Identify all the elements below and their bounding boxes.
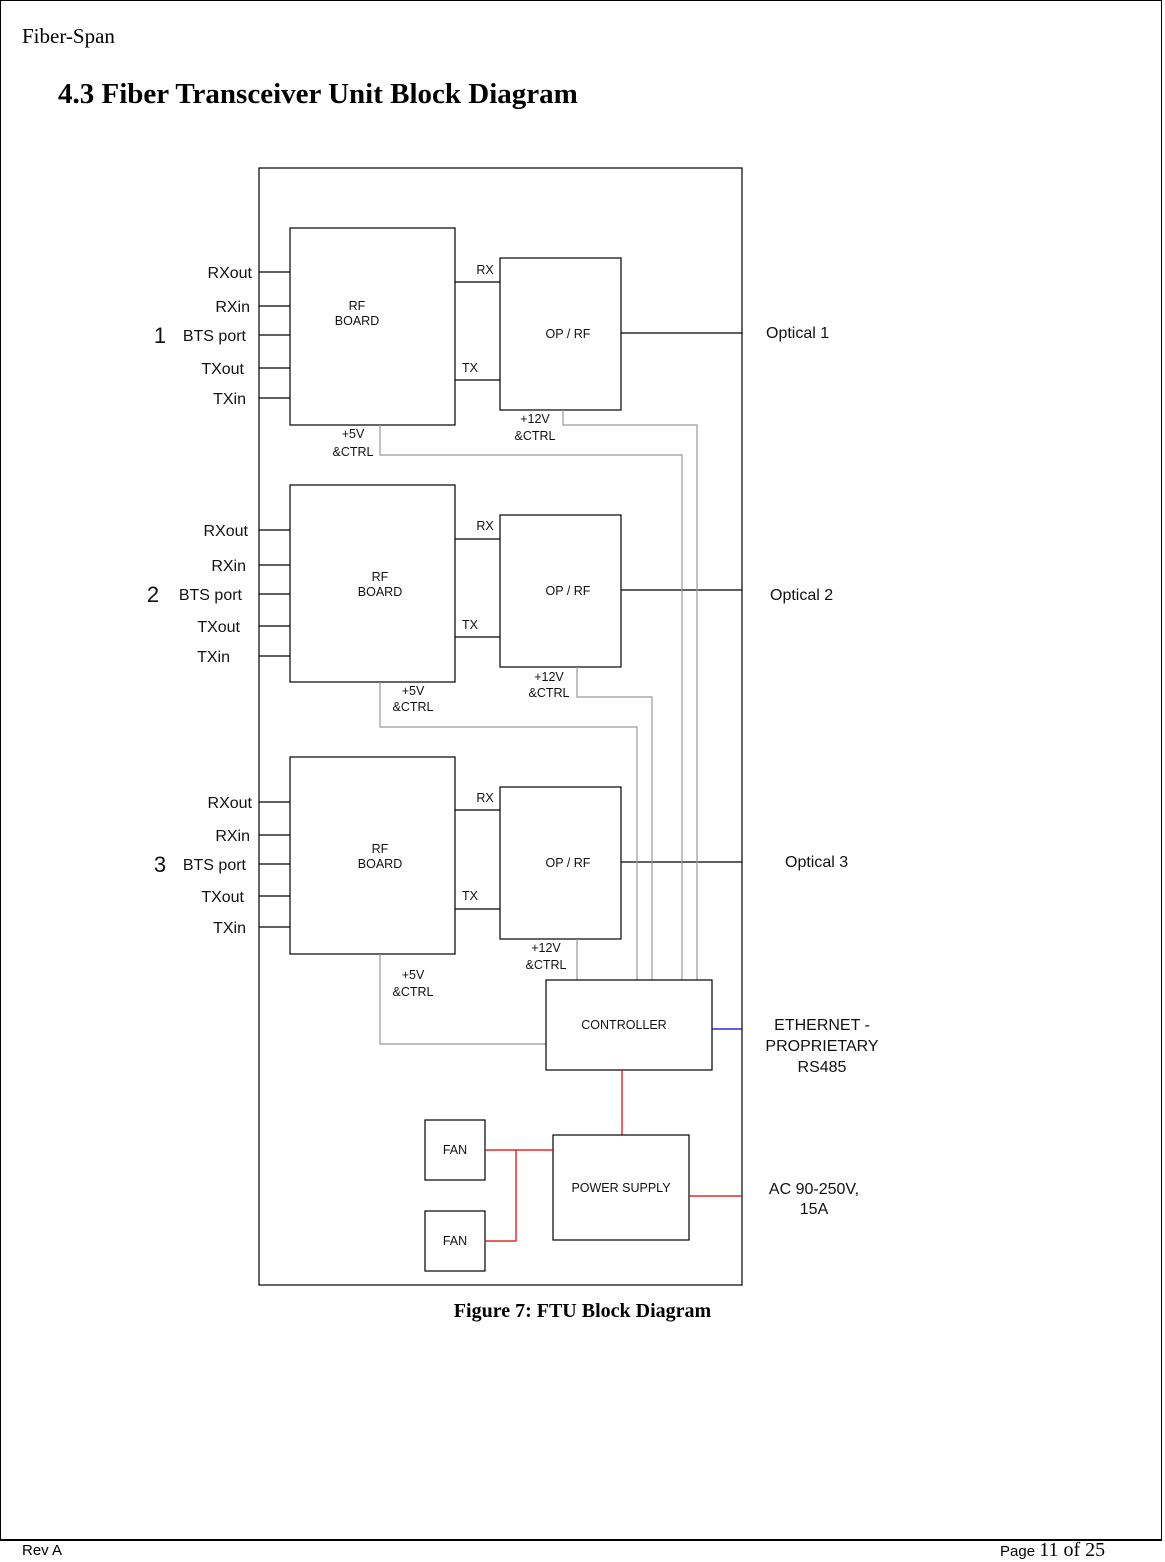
fan-power-wire <box>485 1150 517 1242</box>
rx-label: RX <box>476 519 494 533</box>
op-power-label: +12V <box>520 412 550 426</box>
ac-input-label: 15A <box>800 1201 829 1218</box>
port-label-bts-port: BTS port <box>183 857 247 874</box>
ethernet-label: RS485 <box>798 1059 847 1076</box>
rf-board-label: BOARD <box>358 585 402 599</box>
tx-label: TX <box>462 618 479 632</box>
port-label-bts-port: BTS port <box>179 587 243 604</box>
channel-1: 1 RXout RXin BTS port TXout TXin RFBOARD OP / R… <box>154 227 829 459</box>
rf-power-label: &CTRL <box>333 445 374 459</box>
port-label-txin: TXin <box>197 649 230 666</box>
fan-label: FAN <box>443 1143 467 1157</box>
optical-port-label: Optical 1 <box>766 325 829 342</box>
fan-label: FAN <box>443 1234 467 1248</box>
tx-label: TX <box>462 361 479 375</box>
footer-revision: Rev A <box>22 1542 63 1559</box>
channel-number: 1 <box>154 323 166 348</box>
port-label-txin: TXin <box>213 391 246 408</box>
footer-page-prefix: Page <box>1000 1543 1040 1560</box>
tx-label: TX <box>462 889 479 903</box>
rf-board-label: RF <box>372 570 389 584</box>
rf-power-label: +5V <box>402 968 425 982</box>
optical-port-label: Optical 3 <box>785 854 848 871</box>
channel-number: 2 <box>147 582 159 607</box>
rf-board-label: RF <box>349 299 366 313</box>
op-rf-label: OP / RF <box>546 327 591 341</box>
port-label-rxout: RXout <box>204 523 249 540</box>
op-power-label: &CTRL <box>515 429 556 443</box>
rx-label: RX <box>476 263 494 277</box>
footer-page-number: 11 of 25 <box>1039 1539 1106 1561</box>
port-label-bts-port: BTS port <box>183 328 247 345</box>
rf-power-label: +5V <box>402 684 425 698</box>
ac-input-label: AC 90-250V, <box>769 1181 859 1198</box>
power-supply-label: POWER SUPPLY <box>571 1181 671 1195</box>
rf-power-label: &CTRL <box>393 700 434 714</box>
port-label-rxout: RXout <box>208 795 253 812</box>
controller-label: CONTROLLER <box>581 1018 666 1032</box>
op-rf-label: OP / RF <box>546 584 591 598</box>
channel-3: 3 RXout RXin BTS port TXout TXin RFBOARD OP / R… <box>154 756 848 999</box>
figure-caption: Figure 7: FTU Block Diagram <box>453 1300 712 1322</box>
port-label-txout: TXout <box>201 889 244 906</box>
footer-page: Page 11 of 25 <box>1000 1539 1105 1562</box>
rf-board-label: BOARD <box>335 314 379 328</box>
channel-2: 2 RXout RXin BTS port TXout TXin RFBOARD OP / R… <box>147 484 833 714</box>
rx-label: RX <box>476 791 494 805</box>
op-power-label: &CTRL <box>526 958 567 972</box>
port-label-rxin: RXin <box>211 558 246 575</box>
port-label-txout: TXout <box>197 619 240 636</box>
port-label-txin: TXin <box>213 920 246 937</box>
ethernet-label: PROPRIETARY <box>765 1038 879 1055</box>
op-rf-label: OP / RF <box>546 856 591 870</box>
rf-board-label: BOARD <box>358 857 402 871</box>
op-power-label: &CTRL <box>529 686 570 700</box>
op-power-label: +12V <box>531 941 561 955</box>
block-diagram: 1RXoutRXinBTS portTXoutTXinRFBOARDOP / R… <box>147 167 879 1286</box>
op-power-label: +12V <box>534 670 564 684</box>
channel-number: 3 <box>154 852 166 877</box>
port-label-rxin: RXin <box>215 299 250 316</box>
port-label-rxin: RXin <box>215 828 250 845</box>
port-label-txout: TXout <box>201 361 244 378</box>
optical-port-label: Optical 2 <box>770 587 833 604</box>
port-label-rxout: RXout <box>208 265 253 282</box>
ethernet-label: ETHERNET - <box>774 1017 870 1034</box>
rf-power-label: &CTRL <box>393 985 434 999</box>
rf-power-label: +5V <box>342 427 365 441</box>
rf-board-label: RF <box>372 842 389 856</box>
